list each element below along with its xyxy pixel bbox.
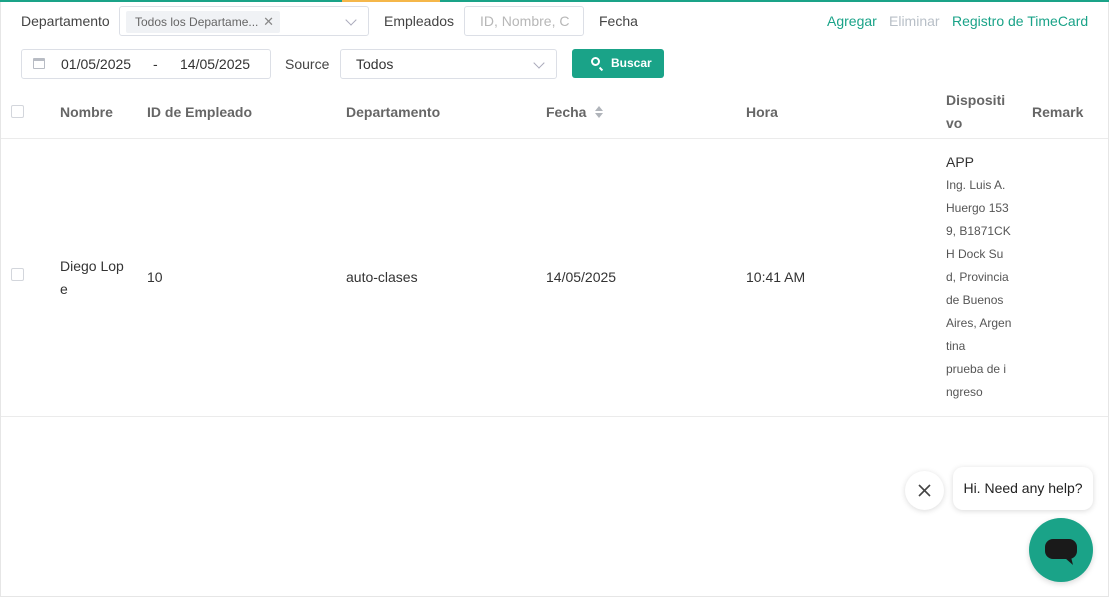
row-checkbox[interactable]: [11, 268, 24, 281]
sort-ascending-icon[interactable]: [595, 106, 603, 111]
note-line: ngreso: [946, 385, 983, 399]
column-header-device-line1: Dispositi: [946, 92, 1006, 108]
chat-launcher-button[interactable]: [1029, 518, 1093, 582]
address-line: Huergo 153: [946, 201, 1009, 215]
cell-employee-id: 10: [147, 269, 163, 285]
close-icon: [918, 484, 931, 497]
date-filter-label: Fecha: [599, 13, 638, 29]
source-filter-label: Source: [285, 56, 330, 72]
column-header-time: Hora: [746, 104, 778, 120]
column-header-department: Departamento: [346, 104, 441, 120]
cell-name-line1: Diego Lop: [60, 258, 124, 274]
note-line: prueba de i: [946, 362, 1007, 376]
timecard-log-link[interactable]: Registro de TimeCard: [952, 13, 1088, 29]
cell-time: 10:41 AM: [746, 269, 806, 285]
help-close-button[interactable]: [905, 471, 944, 510]
address-line: tina: [946, 339, 966, 353]
cell-name-line2: e: [60, 281, 68, 297]
active-tab-indicator: [342, 0, 440, 2]
column-header-name: Nombre: [60, 104, 113, 120]
address-line: de Buenos: [946, 293, 1004, 307]
date-separator: -: [153, 56, 158, 72]
address-line: Aires, Argen: [946, 316, 1012, 330]
row-divider: [1, 416, 1108, 417]
chat-icon: [1045, 539, 1077, 565]
tag-remove-icon[interactable]: ✕: [263, 11, 274, 33]
cell-date: 14/05/2025: [546, 269, 617, 285]
sort-descending-icon[interactable]: [595, 113, 603, 118]
add-button[interactable]: Agregar: [827, 13, 877, 29]
column-header-device-line2: vo: [946, 115, 963, 131]
help-message-bubble[interactable]: Hi. Need any help?: [953, 467, 1093, 510]
source-select[interactable]: Todos: [340, 49, 557, 79]
address-line: 9, B1871CK: [946, 224, 1011, 238]
cell-department: auto-clases: [346, 269, 418, 285]
column-header-remark: Remark: [1032, 104, 1084, 120]
column-header-date[interactable]: Fecha: [546, 104, 586, 120]
chevron-down-icon: [345, 14, 357, 26]
address-line: Ing. Luis A.: [946, 178, 1006, 192]
department-filter-label: Departamento: [21, 13, 110, 29]
address-line: d, Provincia: [946, 270, 1009, 284]
department-select[interactable]: Todos los Departame... ✕: [119, 6, 369, 36]
date-start[interactable]: 01/05/2025: [61, 56, 131, 72]
address-line: H Dock Su: [946, 247, 1004, 261]
department-tag-label: Todos los Departame...: [135, 15, 259, 29]
cell-device: APP: [946, 154, 975, 170]
select-all-checkbox[interactable]: [11, 105, 24, 118]
header-divider: [1, 138, 1108, 139]
employees-filter-label: Empleados: [384, 13, 455, 29]
chevron-down-icon: [533, 57, 545, 69]
search-button-label: Buscar: [611, 56, 652, 70]
date-range-picker[interactable]: 01/05/2025 - 14/05/2025: [21, 49, 271, 79]
source-selected-value: Todos: [356, 56, 394, 72]
employees-search-input[interactable]: ID, Nombre, C: [464, 6, 584, 36]
employees-placeholder: ID, Nombre, C: [480, 13, 570, 29]
department-tag: Todos los Departame... ✕: [126, 11, 280, 33]
help-message: Hi. Need any help?: [963, 480, 1083, 496]
column-header-employee-id: ID de Empleado: [147, 104, 253, 120]
calendar-icon: [33, 58, 45, 69]
search-button[interactable]: Buscar: [572, 49, 664, 78]
cell-device-address: Ing. Luis A. Huergo 153 9, B1871CK H Doc…: [946, 174, 1026, 404]
delete-button[interactable]: Eliminar: [889, 13, 940, 29]
date-end[interactable]: 14/05/2025: [180, 56, 250, 72]
search-icon: [591, 57, 600, 66]
top-accent-line: [0, 0, 1109, 2]
